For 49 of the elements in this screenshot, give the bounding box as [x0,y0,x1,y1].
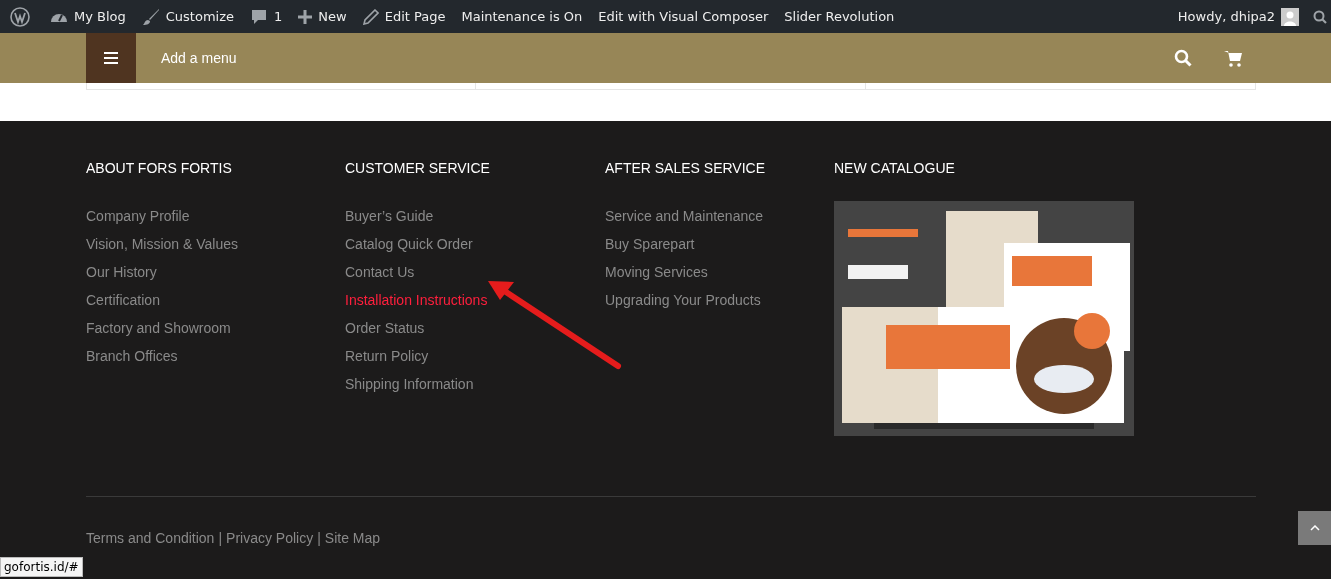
admin-bar-item[interactable]: New [290,0,355,33]
footer-link[interactable]: Order Status [345,314,425,342]
footer-link[interactable]: Terms and Condition [86,530,215,546]
separator: | [317,530,321,546]
footer-link[interactable]: Installation Instructions [345,286,488,314]
account-link[interactable]: Howdy, dhipa2 [1171,6,1305,27]
speech-bubble-icon [250,7,269,26]
brush-icon [141,7,160,26]
admin-bar-item[interactable]: Maintenance is On [453,0,591,33]
footer-link[interactable]: Site Map [324,530,381,546]
menu-label[interactable]: Add a menu [161,47,237,69]
footer-link[interactable]: Vision, Mission & Values [86,230,238,258]
admin-bar-item[interactable]: Slider Revolution [776,0,903,33]
column-heading: AFTER SALES SERVICE [605,160,766,176]
chevron-up-icon [1309,525,1320,531]
menu-button[interactable] [86,33,136,83]
footer-link[interactable]: Privacy Policy [226,530,314,546]
admin-bar-item[interactable]: Edit with Visual Composer [590,0,777,33]
footer-link[interactable]: Return Policy [345,342,429,370]
footer-link[interactable]: Factory and Showroom [86,314,231,342]
footer-link[interactable]: Catalog Quick Order [345,230,473,258]
admin-bar-item[interactable]: My Blog [42,0,134,33]
admin-bar-item[interactable]: Edit Page [354,0,454,33]
avatar-icon [1281,7,1299,26]
column-heading: CUSTOMER SERVICE [345,160,491,176]
footer-link[interactable]: Buyer’s Guide [345,202,434,230]
footer-link[interactable]: Contact Us [345,258,415,286]
footer-link[interactable]: Company Profile [86,202,190,230]
footer-link[interactable]: Moving Services [605,258,708,286]
search-icon[interactable] [1174,49,1192,67]
plus-icon [298,9,313,24]
search-icon[interactable] [1313,9,1327,24]
admin-bar-item[interactable]: 1 [242,0,291,33]
admin-bar-item[interactable]: Customize [133,0,243,33]
pencil-icon [362,8,379,25]
column-heading: ABOUT FORS FORTIS [86,160,233,176]
footer-link[interactable]: Our History [86,258,157,286]
menu-icon [104,52,118,64]
footer-link[interactable]: Upgrading Your Products [605,286,761,314]
column-heading: NEW CATALOGUE [834,160,956,176]
footer-link[interactable]: Service and Maintenance [605,202,763,230]
footer-link[interactable]: Shipping Information [345,370,474,398]
status-url: gofortis.id/# [0,557,83,577]
cart-icon[interactable] [1224,49,1242,67]
separator: | [218,530,223,546]
footer-link[interactable]: Certification [86,286,160,314]
footer-link[interactable]: Buy Sparepart [605,230,695,258]
wordpress-logo-icon[interactable] [10,6,30,27]
footer-link[interactable]: Branch Offices [86,342,178,370]
